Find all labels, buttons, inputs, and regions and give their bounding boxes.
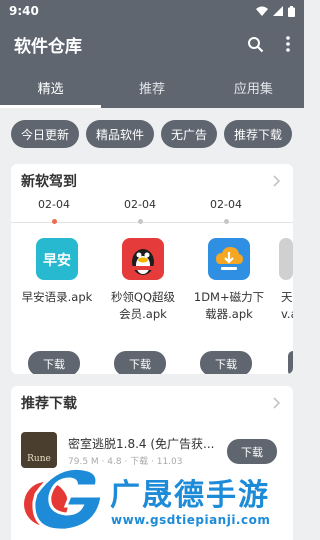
app-name: 天v.a <box>281 290 293 321</box>
watermark-logo <box>24 466 104 532</box>
app-title: 软件仓库 <box>14 36 82 57</box>
new-software-header[interactable]: 新软驾到 <box>11 164 293 198</box>
watermark-brand: 广晟德手游 <box>110 478 270 513</box>
signal-icon <box>273 6 283 16</box>
date-timeline: 02-04 02-04 02-04 <box>11 198 293 228</box>
download-button-partial[interactable] <box>288 351 293 374</box>
tab-label: 精选 <box>37 81 64 97</box>
app-name: 早安语录.apk <box>21 290 93 304</box>
timeline-dot-active <box>52 219 57 224</box>
tab-featured[interactable]: 精选 <box>0 66 102 108</box>
tab-label: 推荐 <box>138 81 165 97</box>
watermark-url: www.gsdtiepianji.com <box>111 513 271 527</box>
app-name: 密室逃脱1.8.4 (免广告获... <box>68 437 215 451</box>
chip-no-ads[interactable]: 无广告 <box>161 120 218 148</box>
status-bar: 9:40 <box>0 0 304 22</box>
section-title: 新软驾到 <box>21 174 77 190</box>
chip-today-updates[interactable]: 今日更新 <box>11 120 80 148</box>
chevron-right-icon[interactable] <box>269 174 283 188</box>
svg-text:早安: 早安 <box>43 252 71 269</box>
tab-bar: 精选 推荐 应用集 <box>0 66 304 108</box>
battery-icon <box>288 5 295 17</box>
partial-app-icon <box>279 238 293 280</box>
category-chips: 今日更新 精品软件 无广告 推荐下载 <box>0 120 304 150</box>
qq-penguin-icon <box>122 238 164 280</box>
download-manager-icon <box>208 238 250 280</box>
tab-label: 应用集 <box>233 81 273 97</box>
new-software-card: 新软驾到 02-04 02-04 02-04 早安 早安语录.apk 下载 秒领… <box>11 164 293 374</box>
timeline-date: 02-04 <box>124 198 156 211</box>
download-button[interactable]: 下载 <box>114 351 166 374</box>
wifi-icon <box>256 6 268 16</box>
calendar-app-icon: 早安 <box>36 238 78 280</box>
timeline-date: 02-04 <box>210 198 242 211</box>
timeline-dot <box>138 219 143 224</box>
watermark: 广晟德手游 www.gsdtiepianji.com <box>18 452 304 540</box>
section-title: 推荐下载 <box>21 396 77 412</box>
new-app-list: 早安 早安语录.apk 下载 秒领QQ超级会员.apk 下载 1DM+磁力下载器… <box>11 228 293 374</box>
app-name: 1DM+磁力下载器.apk <box>193 290 265 321</box>
chip-premium-software[interactable]: 精品软件 <box>86 120 155 148</box>
app-name: 秒领QQ超级会员.apk <box>110 290 176 321</box>
tab-app-collections[interactable]: 应用集 <box>203 66 304 108</box>
app-bar: 软件仓库 <box>0 22 304 66</box>
recommended-header[interactable]: 推荐下载 <box>11 386 293 420</box>
more-vert-icon[interactable] <box>286 36 290 52</box>
tab-recommended[interactable]: 推荐 <box>101 66 202 108</box>
timeline-dot <box>224 219 229 224</box>
download-button[interactable]: 下载 <box>200 351 252 374</box>
chip-recommended-downloads[interactable]: 推荐下载 <box>224 120 293 148</box>
download-button[interactable]: 下载 <box>28 351 80 374</box>
chevron-right-icon[interactable] <box>269 396 283 410</box>
status-icons <box>256 5 295 17</box>
timeline-date: 02-04 <box>38 198 70 211</box>
search-icon[interactable] <box>247 36 264 53</box>
status-time: 9:40 <box>9 4 39 18</box>
